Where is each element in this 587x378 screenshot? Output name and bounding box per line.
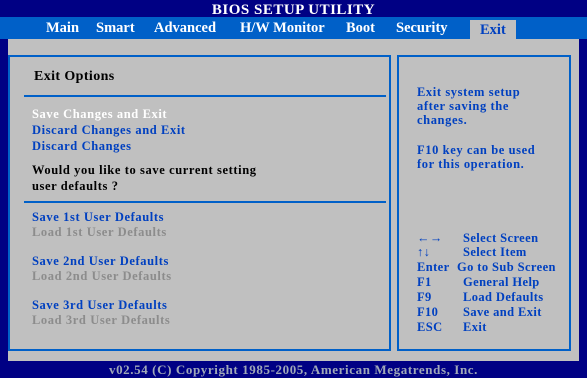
tab-boot[interactable]: Boot: [346, 17, 375, 39]
menu-bar: Main Smart Advanced H/W Monitor Boot Sec…: [0, 17, 587, 39]
help-line: F10 key can be used: [417, 143, 536, 157]
key-label: ↑↓: [417, 245, 431, 259]
help-line: after saving the: [417, 99, 509, 113]
tab-advanced[interactable]: Advanced: [154, 17, 216, 39]
key-action: General Help: [463, 275, 540, 289]
key-action: Exit: [463, 320, 487, 334]
save-changes-and-exit-option[interactable]: Save Changes and Exit: [32, 107, 167, 122]
window-title: BIOS SETUP UTILITY: [0, 0, 587, 18]
key-label: F10: [417, 305, 439, 319]
key-action: Load Defaults: [463, 290, 544, 304]
divider: [24, 201, 386, 203]
help-panel: Exit system setup after saving the chang…: [397, 55, 571, 351]
tab-main[interactable]: Main: [46, 17, 79, 39]
tab-security[interactable]: Security: [396, 17, 448, 39]
copyright-footer: v02.54 (C) Copyright 1985-2005, American…: [0, 361, 587, 377]
key-action: Select Item: [463, 245, 527, 259]
key-label: ←→: [417, 231, 443, 245]
help-note: F10 key can be used for this operation.: [417, 143, 535, 171]
discard-changes-and-exit-option[interactable]: Discard Changes and Exit: [32, 123, 186, 138]
load-2nd-user-defaults-option: Load 2nd User Defaults: [32, 269, 172, 283]
prompt-text-line1: Would you like to save current setting: [32, 163, 257, 177]
save-1st-user-defaults-option[interactable]: Save 1st User Defaults: [32, 210, 164, 225]
key-action: Select Screen: [463, 231, 539, 245]
tab-smart[interactable]: Smart: [96, 17, 135, 39]
help-line: changes.: [417, 113, 468, 127]
tab-hw-monitor[interactable]: H/W Monitor: [240, 17, 325, 39]
key-label: F9: [417, 290, 432, 304]
section-heading: Exit Options: [34, 69, 115, 84]
help-description: Exit system setup after saving the chang…: [417, 85, 520, 127]
save-3rd-user-defaults-option[interactable]: Save 3rd User Defaults: [32, 298, 168, 313]
divider: [24, 95, 386, 97]
tab-exit[interactable]: Exit: [470, 20, 516, 39]
load-3rd-user-defaults-option: Load 3rd User Defaults: [32, 313, 171, 327]
discard-changes-option[interactable]: Discard Changes: [32, 139, 132, 154]
key-action: Go to Sub Screen: [457, 260, 556, 274]
load-1st-user-defaults-option: Load 1st User Defaults: [32, 225, 167, 239]
key-action: Save and Exit: [463, 305, 542, 319]
options-panel: Exit Options Save Changes and Exit Disca…: [8, 55, 391, 351]
help-line: Exit system setup: [417, 85, 521, 99]
key-label: F1: [417, 275, 432, 289]
key-label: ESC: [417, 320, 443, 334]
help-line: for this operation.: [417, 157, 525, 171]
key-label: Enter: [417, 260, 450, 274]
save-2nd-user-defaults-option[interactable]: Save 2nd User Defaults: [32, 254, 169, 269]
prompt-text-line2: user defaults ?: [32, 179, 119, 193]
